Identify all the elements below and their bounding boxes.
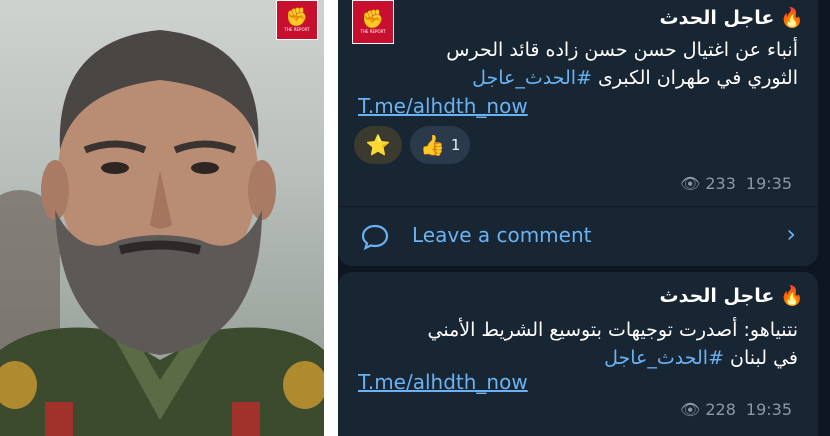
message-title: 🔥عاجل الحدث xyxy=(660,6,804,29)
views-group: 👁 233 xyxy=(680,174,736,193)
message-line: الثوري في طهران الكبرى #الحدث_عاجل xyxy=(358,64,798,92)
chevron-right-icon: › xyxy=(786,220,796,248)
message-time: 19:35 xyxy=(745,174,792,193)
reaction-count: 1 xyxy=(450,136,461,154)
hashtag-link[interactable]: #الحدث_عاجل xyxy=(604,347,724,369)
fist-icon: ✊ xyxy=(361,8,385,30)
thumbs-up-icon: 👍 xyxy=(420,133,445,157)
reaction-star[interactable]: ⭐ xyxy=(354,126,402,164)
message-body: نتنياهو: أصدرت توجيهات بتوسيع الشريط الأ… xyxy=(358,316,798,372)
badge-caption: THE REPORT xyxy=(284,26,310,32)
channel-link[interactable]: T.me/alhdth_now xyxy=(358,94,528,118)
message-line: نتنياهو: أصدرت توجيهات بتوسيع الشريط الأ… xyxy=(427,319,798,341)
fire-icon: 🔥 xyxy=(780,285,804,307)
panel-divider xyxy=(324,0,338,436)
message-line: في لبنان #الحدث_عاجل xyxy=(358,344,798,372)
fist-icon: ✊ xyxy=(285,6,309,28)
leave-comment-button[interactable]: Leave a comment › xyxy=(338,214,818,258)
message-meta: 👁 228 19:35 xyxy=(680,400,792,419)
message-bubble[interactable]: ✊ THE REPORT 🔥عاجل الحدث أنباء عن اغتيال… xyxy=(338,0,818,266)
message-title: 🔥عاجل الحدث xyxy=(660,284,804,307)
avatar-caption: THE REPORT xyxy=(360,28,386,34)
message-line-text: الثوري في طهران الكبرى xyxy=(592,67,798,89)
reaction-thumbs-up[interactable]: 👍 1 xyxy=(410,126,471,164)
channel-logo-badge: ✊ THE REPORT xyxy=(276,0,318,40)
fire-icon: 🔥 xyxy=(780,7,804,29)
message-line: أنباء عن اغتيال حسن حسن زاده قائد الحرس xyxy=(446,39,798,61)
message-bubble[interactable]: 🔥عاجل الحدث نتنياهو: أصدرت توجيهات بتوسي… xyxy=(338,272,818,436)
message-meta: 👁 233 19:35 xyxy=(680,174,792,193)
message-line-text: في لبنان xyxy=(724,347,798,369)
message-title-text: عاجل الحدث xyxy=(659,7,775,29)
comment-bubble-icon xyxy=(361,224,389,251)
portrait-image xyxy=(0,30,324,436)
view-count: 233 xyxy=(705,174,736,193)
post-photo[interactable]: ✊ THE REPORT xyxy=(0,0,324,436)
star-icon: ⭐ xyxy=(365,133,391,157)
eye-icon: 👁 xyxy=(679,400,701,419)
message-title-text: عاجل الحدث xyxy=(659,285,775,307)
comment-label: Leave a comment xyxy=(412,223,592,247)
comment-divider xyxy=(338,206,818,207)
view-count: 228 xyxy=(705,400,736,419)
message-body: أنباء عن اغتيال حسن حسن زاده قائد الحرس … xyxy=(358,36,798,92)
views-group: 👁 228 xyxy=(680,400,736,419)
hashtag-link[interactable]: #الحدث_عاجل xyxy=(472,67,592,89)
eye-icon: 👁 xyxy=(679,174,701,193)
chat-feed[interactable]: ✊ THE REPORT 🔥عاجل الحدث أنباء عن اغتيال… xyxy=(338,0,830,436)
reactions-bar: ⭐ 👍 1 xyxy=(354,126,471,164)
message-time: 19:35 xyxy=(745,400,792,419)
channel-link[interactable]: T.me/alhdth_now xyxy=(358,370,528,394)
